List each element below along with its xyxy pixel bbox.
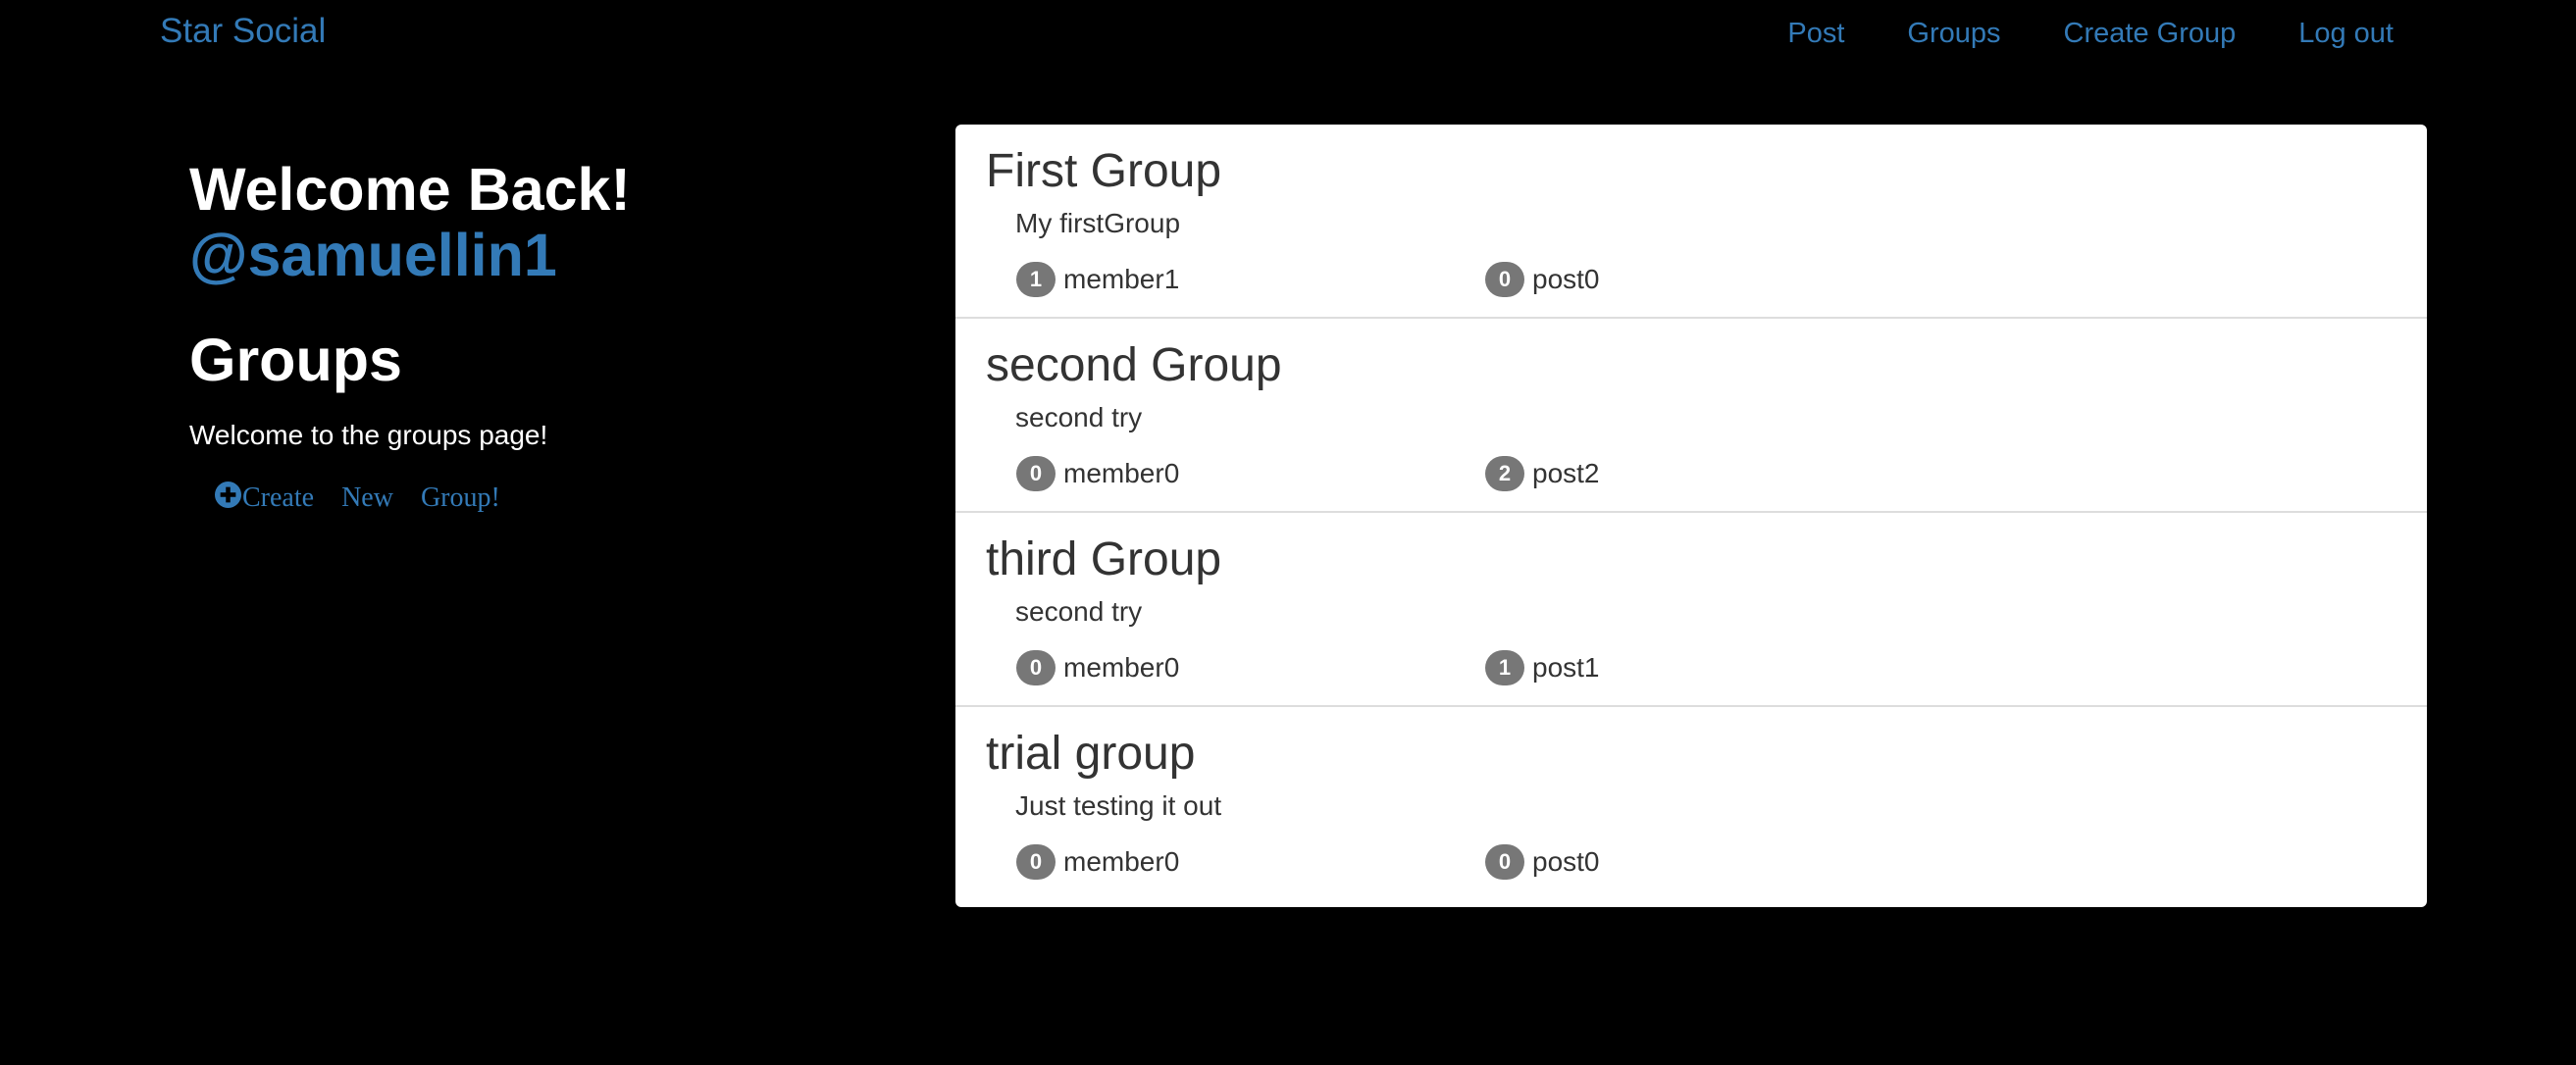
group-item[interactable]: third Group second try 0 member0 1 post1: [955, 513, 2427, 707]
nav-links: Post Groups Create Group Log out: [1725, 14, 2394, 53]
post-label: post0: [1532, 264, 1600, 294]
navbar: Star Social Post Groups Create Group Log…: [0, 0, 2576, 69]
post-count-badge: 0: [1485, 262, 1524, 297]
group-description: second try: [1015, 596, 1143, 627]
group-list: First Group My firstGroup 1 member1 0 po…: [955, 125, 2427, 907]
group-title[interactable]: First Group: [986, 144, 1221, 199]
group-title[interactable]: second Group: [986, 338, 1282, 393]
post-stat: 0 post0: [1485, 262, 1600, 297]
post-stat: 2 post2: [1485, 456, 1600, 491]
brand-link[interactable]: Star Social: [160, 12, 326, 51]
create-word: Create: [242, 482, 315, 513]
create-new-group-link[interactable]: Create New Group!: [215, 481, 876, 514]
member-stat: 0 member0: [1016, 844, 1179, 880]
group-item[interactable]: First Group My firstGroup 1 member1 0 po…: [955, 125, 2427, 319]
username-link[interactable]: @samuellin1: [189, 222, 876, 288]
member-count-badge: 0: [1016, 650, 1056, 685]
group-title[interactable]: trial group: [986, 727, 1195, 782]
member-label: member0: [1063, 458, 1180, 488]
post-stat: 1 post1: [1485, 650, 1600, 685]
group-description: second try: [1015, 402, 1143, 432]
nav-link-create-group[interactable]: Create Group: [2064, 14, 2237, 53]
group-item[interactable]: trial group Just testing it out 0 member…: [955, 707, 2427, 901]
member-count-badge: 0: [1016, 844, 1056, 880]
member-label: member0: [1063, 652, 1180, 683]
member-label: member0: [1063, 846, 1180, 877]
group-title[interactable]: third Group: [986, 532, 1221, 587]
post-count-badge: 1: [1485, 650, 1524, 685]
group-word: Group!: [420, 482, 500, 513]
nav-link-log-out[interactable]: Log out: [2298, 14, 2394, 53]
new-word: New: [341, 482, 393, 513]
groups-heading: Groups: [189, 327, 402, 393]
post-label: post2: [1532, 458, 1600, 488]
post-count-badge: 2: [1485, 456, 1524, 491]
post-stat: 0 post0: [1485, 844, 1600, 880]
sidebar: Welcome Back! @samuellin1 Groups Welcome…: [189, 157, 876, 514]
post-count-badge: 0: [1485, 844, 1524, 880]
member-stat: 0 member0: [1016, 650, 1179, 685]
groups-intro: Welcome to the groups page!: [189, 420, 548, 450]
nav-link-post[interactable]: Post: [1787, 14, 1844, 53]
member-stat: 0 member0: [1016, 456, 1179, 491]
welcome-heading: Welcome Back!: [189, 156, 631, 223]
plus-circle-icon: [215, 481, 241, 508]
post-label: post1: [1532, 652, 1600, 683]
member-count-badge: 1: [1016, 262, 1056, 297]
member-label: member1: [1063, 264, 1180, 294]
nav-link-groups[interactable]: Groups: [1907, 14, 2000, 53]
group-item[interactable]: second Group second try 0 member0 2 post…: [955, 319, 2427, 513]
post-label: post0: [1532, 846, 1600, 877]
group-description: My firstGroup: [1015, 208, 1181, 238]
member-count-badge: 0: [1016, 456, 1056, 491]
member-stat: 1 member1: [1016, 262, 1179, 297]
group-description: Just testing it out: [1015, 790, 1222, 821]
